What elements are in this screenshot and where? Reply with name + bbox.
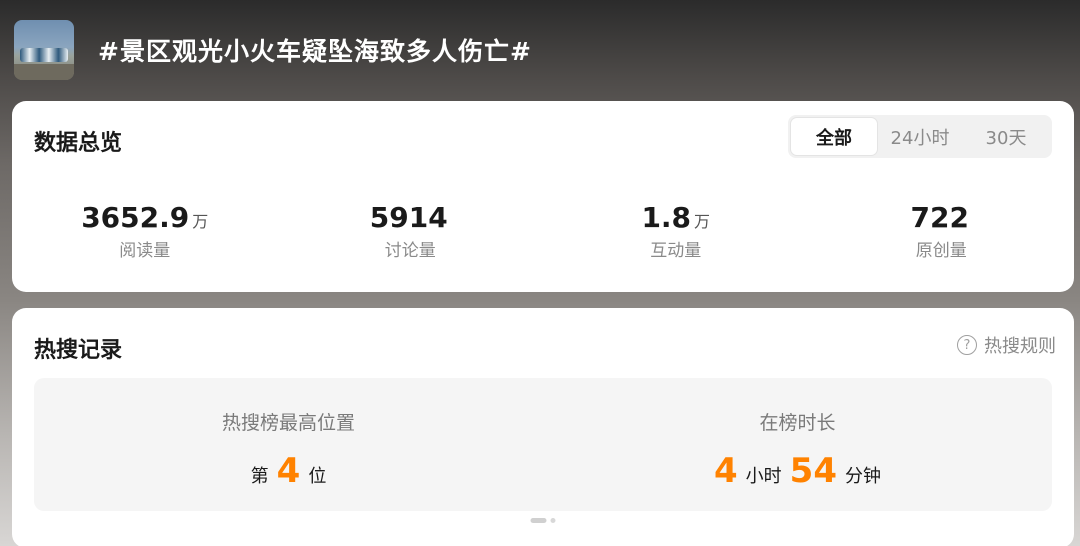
overview-title: 数据总览 [34, 131, 123, 156]
rank-prefix: 第 [250, 466, 269, 487]
train-image [20, 48, 68, 62]
stat-label: 阅读量 [119, 241, 171, 261]
stat-value: 722 [910, 201, 969, 234]
rank-number: 4 [276, 451, 301, 491]
stat-unit: 万 [192, 212, 209, 231]
hot-search-card: 热搜记录 ? 热搜规则 热搜榜最高位置 第 4 位 在榜时长 4 小时 54 分… [12, 308, 1074, 546]
peak-rank-label: 热搜榜最高位置 [221, 412, 355, 434]
page-dot-active [530, 518, 547, 523]
rank-suffix: 位 [308, 466, 327, 487]
rules-label: 热搜规则 [984, 336, 1056, 357]
overview-card: 数据总览 全部 24小时 30天 3652.9 万 阅读量 5914 讨论量 1… [12, 101, 1074, 292]
stat-label: 原创量 [915, 241, 967, 261]
page-indicator [530, 518, 556, 523]
question-icon: ? [957, 335, 977, 355]
stat-unit: 万 [694, 212, 711, 231]
stat-value: 3652.9 [81, 201, 190, 234]
hot-search-title: 热搜记录 [34, 338, 123, 363]
stat-value: 1.8 [641, 201, 692, 234]
duration-section: 在榜时长 4 小时 54 分钟 [543, 378, 1052, 511]
stats-row: 3652.9 万 阅读量 5914 讨论量 1.8 万 互动量 722 原创量 [12, 201, 1074, 261]
tab-24h[interactable]: 24小时 [877, 118, 963, 155]
topic-thumbnail[interactable] [14, 20, 74, 80]
stat-discussions: 5914 讨论量 [278, 201, 544, 261]
stat-interactions: 1.8 万 互动量 [543, 201, 809, 261]
stat-reads: 3652.9 万 阅读量 [12, 201, 278, 261]
topic-header: #景区观光小火车疑坠海致多人伤亡# [14, 20, 532, 80]
stat-label: 互动量 [650, 241, 702, 261]
peak-rank-section: 热搜榜最高位置 第 4 位 [34, 378, 543, 511]
duration-label: 在榜时长 [759, 412, 836, 434]
topic-title: #景区观光小火车疑坠海致多人伤亡# [98, 37, 532, 66]
stat-label: 讨论量 [384, 241, 436, 261]
hot-search-rules-link[interactable]: ? 热搜规则 [957, 332, 1056, 358]
hot-search-panel: 热搜榜最高位置 第 4 位 在榜时长 4 小时 54 分钟 [34, 378, 1052, 511]
page-dot [550, 518, 556, 523]
time-range-tabs: 全部 24小时 30天 [788, 115, 1052, 158]
tab-all[interactable]: 全部 [791, 118, 877, 155]
duration-minutes: 54 [789, 451, 837, 491]
hours-unit: 小时 [745, 466, 782, 487]
minutes-unit: 分钟 [845, 466, 881, 487]
tab-30d[interactable]: 30天 [963, 118, 1049, 155]
stat-originals: 722 原创量 [809, 201, 1075, 261]
stat-value: 5914 [369, 201, 448, 234]
duration-hours: 4 [714, 451, 738, 491]
